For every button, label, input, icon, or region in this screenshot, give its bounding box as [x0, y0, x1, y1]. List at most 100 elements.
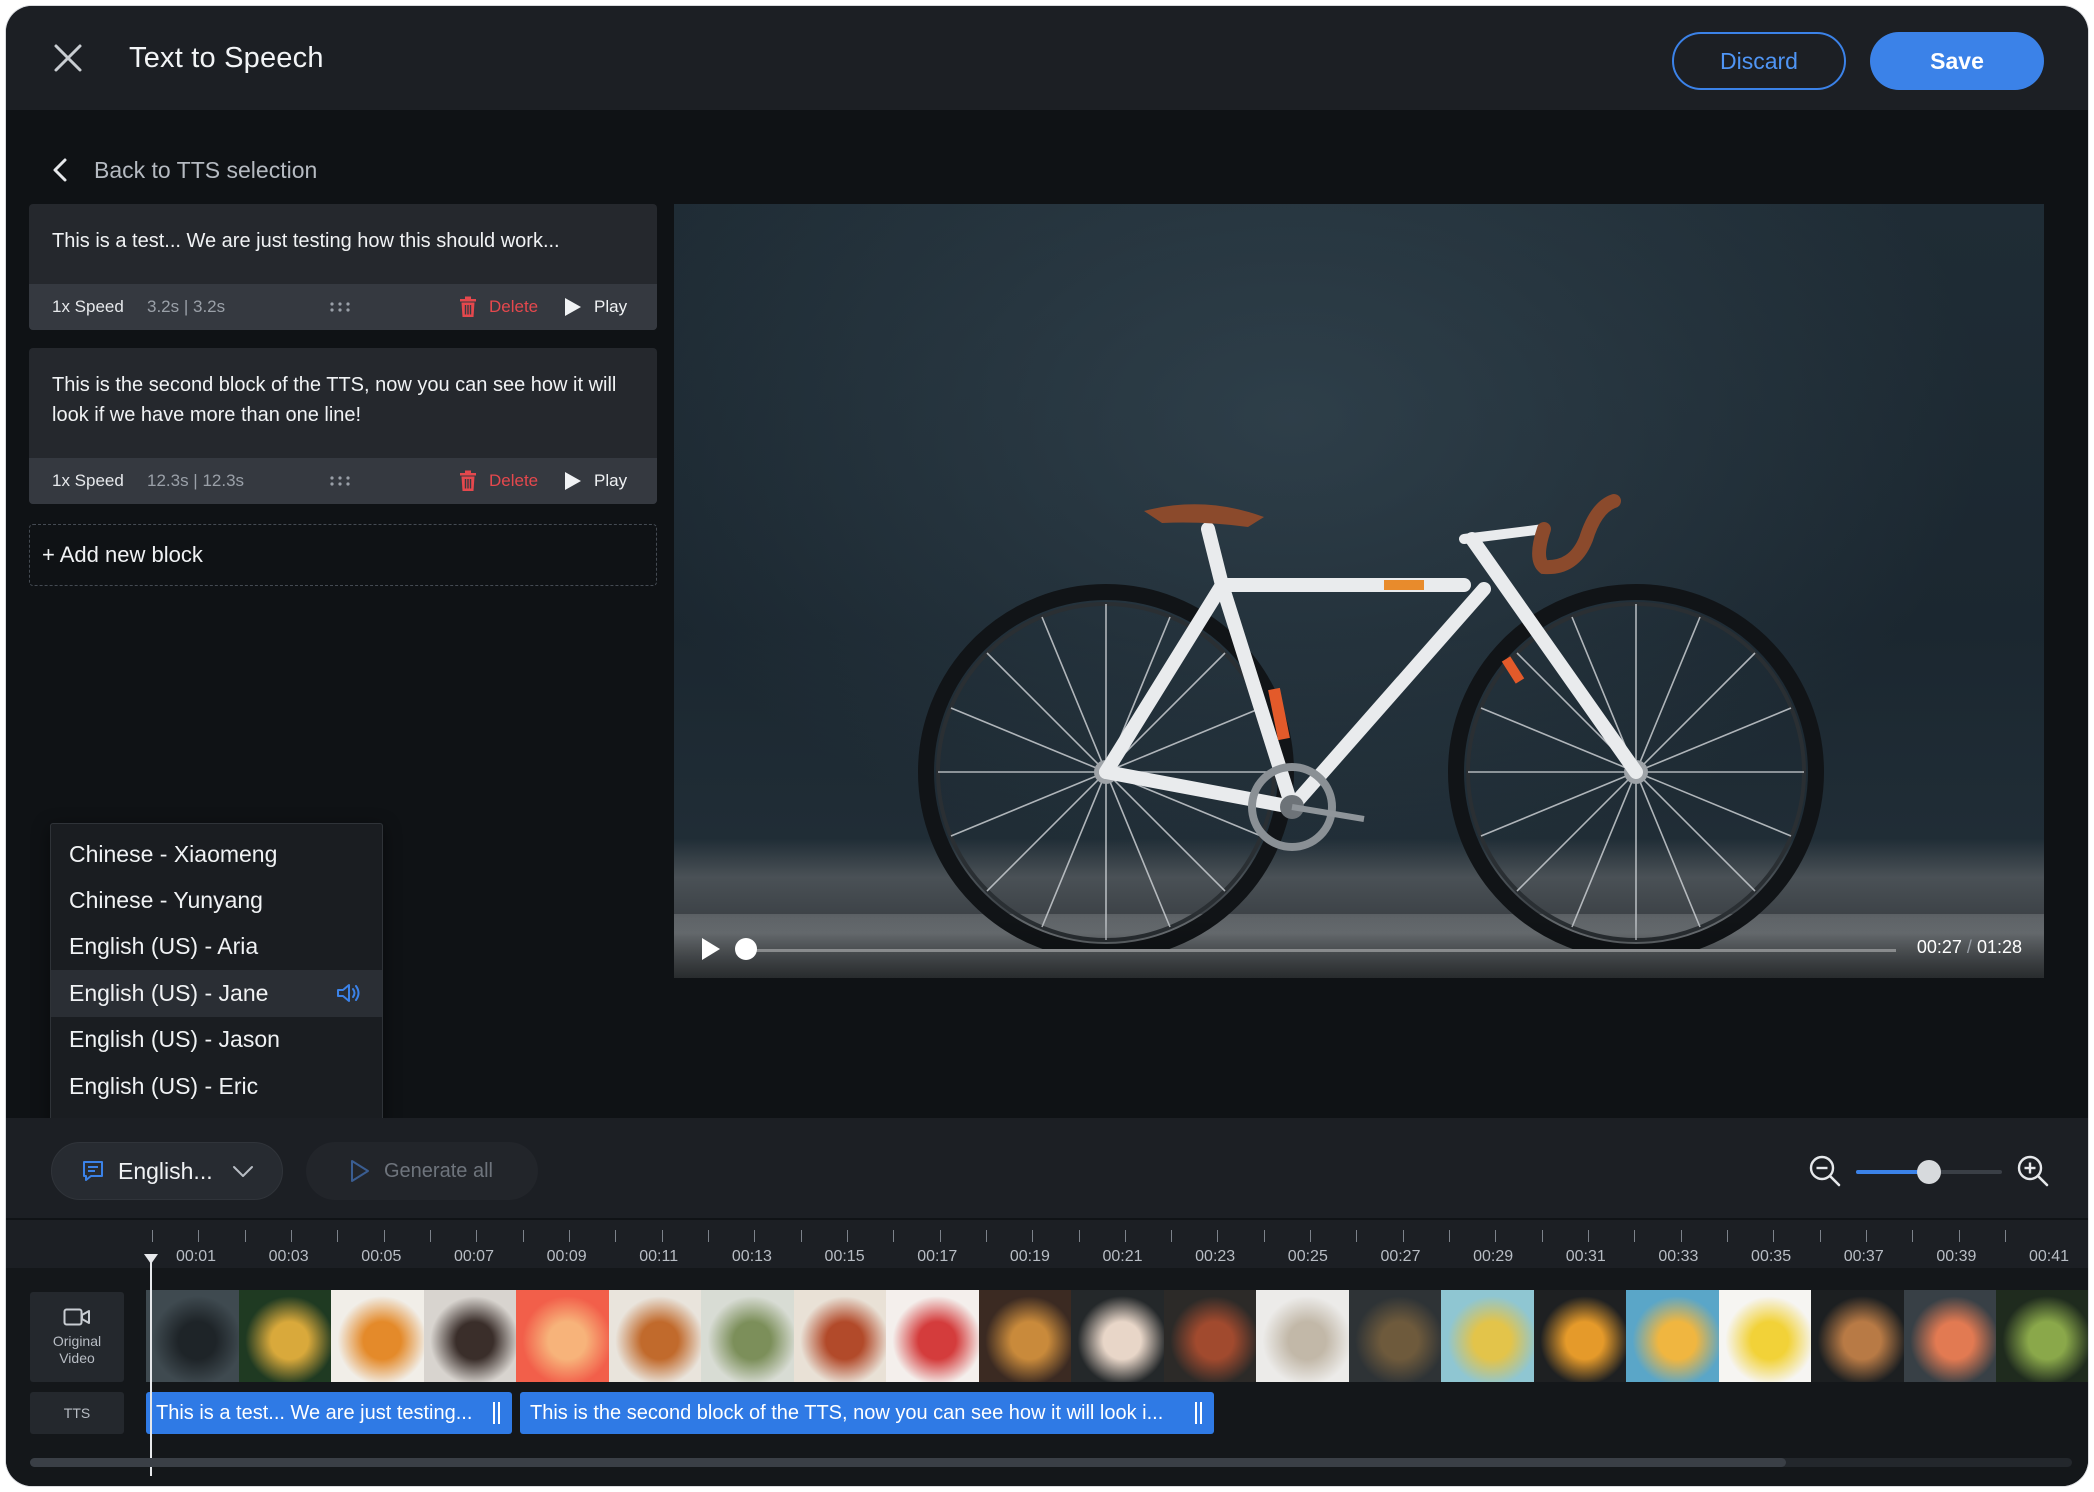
- timeline-scrollbar-thumb[interactable]: [30, 1458, 1786, 1467]
- speaker-icon[interactable]: [336, 982, 362, 1004]
- video-preview[interactable]: 00:27 / 01:28: [674, 204, 2044, 978]
- total-time: 01:28: [1976, 937, 2022, 957]
- close-icon[interactable]: [50, 40, 86, 76]
- zoom-in-icon[interactable]: [2016, 1154, 2050, 1188]
- tts-block-2[interactable]: This is the second block of the TTS, now…: [29, 348, 657, 504]
- voice-option[interactable]: English (US) - Jason: [51, 1017, 382, 1063]
- tts-block-text[interactable]: This is a test... We are just testing ho…: [29, 204, 657, 256]
- ruler-tick: [800, 1230, 802, 1242]
- voice-option[interactable]: Chinese - Yunyang: [51, 877, 382, 923]
- speed-selector[interactable]: 1x Speed: [52, 471, 124, 491]
- tts-clip-label: This is the second block of the TTS, now…: [530, 1401, 1164, 1424]
- ruler-tick: [985, 1230, 987, 1242]
- video-thumbnail: [1348, 1290, 1441, 1382]
- video-thumbnail: [423, 1290, 516, 1382]
- tts-block-footer: 1x Speed 3.2s | 3.2s Delete Play: [29, 284, 657, 330]
- play-block-button[interactable]: Play: [564, 471, 627, 491]
- ruler-tick: [1634, 1230, 1636, 1242]
- video-thumbnail: [146, 1290, 239, 1382]
- ruler-tick: [568, 1230, 570, 1242]
- tts-clip-label: This is a test... We are just testing...: [156, 1401, 473, 1424]
- block-duration: 3.2s | 3.2s: [147, 297, 226, 316]
- page-title: Text to Speech: [129, 42, 324, 74]
- playhead[interactable]: [150, 1254, 152, 1476]
- ruler-tick-label: 00:09: [546, 1248, 587, 1265]
- video-thumbnail-strip[interactable]: [146, 1290, 2088, 1382]
- video-scrubber-handle[interactable]: [735, 938, 757, 960]
- save-button[interactable]: Save: [1870, 32, 2044, 90]
- timeline-scrollbar[interactable]: [30, 1458, 2072, 1467]
- tts-block-text[interactable]: This is the second block of the TTS, now…: [29, 348, 657, 430]
- ruler-tick: [1310, 1230, 1312, 1242]
- tts-editor-window: Text to Speech Discard Save Back to TTS …: [6, 6, 2088, 1486]
- drag-handle-icon[interactable]: [329, 301, 351, 313]
- bicycle-image: [918, 494, 1824, 949]
- video-thumbnail: [886, 1290, 979, 1382]
- voice-option-label: English (US) - Aria: [69, 933, 259, 960]
- tts-block-1[interactable]: This is a test... We are just testing ho…: [29, 204, 657, 330]
- tts-block-footer: 1x Speed 12.3s | 12.3s Delete Play: [29, 458, 657, 504]
- tts-clip-1[interactable]: This is a test... We are just testing...: [146, 1392, 512, 1434]
- voice-option-selected[interactable]: English (US) - Jane: [51, 970, 382, 1017]
- video-thumbnail: [978, 1290, 1071, 1382]
- language-voice-select[interactable]: English...: [51, 1142, 283, 1200]
- delete-block-button[interactable]: Delete: [459, 296, 538, 318]
- ruler-tick: [1263, 1230, 1265, 1242]
- play-block-button[interactable]: Play: [564, 297, 627, 317]
- back-to-tts-selection-link[interactable]: Back to TTS selection: [50, 156, 317, 184]
- ruler-tick-label: 00:31: [1565, 1248, 1606, 1265]
- discard-button[interactable]: Discard: [1672, 32, 1846, 90]
- language-select-label: English...: [118, 1157, 213, 1184]
- zoom-out-icon[interactable]: [1808, 1154, 1842, 1188]
- delete-block-button[interactable]: Delete: [459, 470, 538, 492]
- ruler-tick: [707, 1230, 709, 1242]
- add-new-block-button[interactable]: + Add new block: [29, 524, 657, 586]
- chevron-left-icon: [53, 158, 67, 182]
- voice-option-label: Chinese - Yunyang: [69, 887, 263, 914]
- voice-option[interactable]: English (US) - Aria: [51, 924, 382, 970]
- ruler-tick-label: 00:41: [2029, 1248, 2070, 1265]
- generate-all-label: Generate all: [384, 1159, 493, 1182]
- original-video-row-label: Original Video: [30, 1292, 124, 1382]
- ruler-tick: [1680, 1230, 1682, 1242]
- tts-label: TTS: [63, 1404, 91, 1421]
- playhead-marker[interactable]: [144, 1254, 158, 1264]
- ruler-tick-label: 00:37: [1843, 1248, 1884, 1265]
- play-icon[interactable]: [700, 936, 722, 962]
- speed-selector[interactable]: 1x Speed: [52, 297, 124, 317]
- ruler-tick: [1866, 1230, 1868, 1242]
- delete-label: Delete: [489, 297, 539, 316]
- clip-resize-handle[interactable]: [1195, 1402, 1202, 1424]
- ruler-tick: [1124, 1230, 1126, 1242]
- chevron-down-icon: [233, 1166, 253, 1177]
- ruler-tick-label: 00:11: [639, 1248, 679, 1265]
- tts-clip-2[interactable]: This is the second block of the TTS, now…: [520, 1392, 1214, 1434]
- ruler-tick-label: 00:33: [1658, 1248, 1699, 1265]
- ruler-tick-label: 00:07: [453, 1248, 494, 1265]
- ruler-tick-label: 00:25: [1287, 1248, 1328, 1265]
- voice-option[interactable]: English (US) - Eric: [51, 1063, 382, 1109]
- generate-all-button[interactable]: Generate all: [306, 1142, 538, 1200]
- video-scrubber[interactable]: [746, 949, 1896, 952]
- ruler-tick: [1958, 1230, 1960, 1242]
- ruler-tick: [476, 1230, 478, 1242]
- ruler-tick: [152, 1230, 153, 1242]
- voice-option[interactable]: Chinese - Xiaomeng: [51, 831, 382, 877]
- voice-option-label: English (US) - Jason: [69, 1026, 280, 1053]
- ruler-tick: [1171, 1230, 1173, 1242]
- zoom-slider-handle[interactable]: [1917, 1160, 1941, 1184]
- trash-icon: [460, 296, 476, 317]
- play-icon: [565, 472, 581, 490]
- ruler-tick: [1773, 1230, 1775, 1242]
- ruler-tick-label: 00:19: [1009, 1248, 1050, 1265]
- ruler-tick: [1402, 1230, 1404, 1242]
- ruler-tick-label: 00:03: [268, 1248, 309, 1265]
- ruler-tick: [661, 1230, 663, 1242]
- ruler-tick: [383, 1230, 385, 1242]
- timeline-ruler[interactable]: 00:01 00:03 00:05 00:07 00:09 00:11 00:13 00:15…: [6, 1220, 2088, 1268]
- clip-resize-handle[interactable]: [493, 1402, 500, 1424]
- ruler-tick-label: 00:17: [917, 1248, 958, 1265]
- ruler-tick: [290, 1230, 292, 1242]
- play-label: Play: [594, 471, 628, 490]
- drag-handle-icon[interactable]: [329, 475, 351, 487]
